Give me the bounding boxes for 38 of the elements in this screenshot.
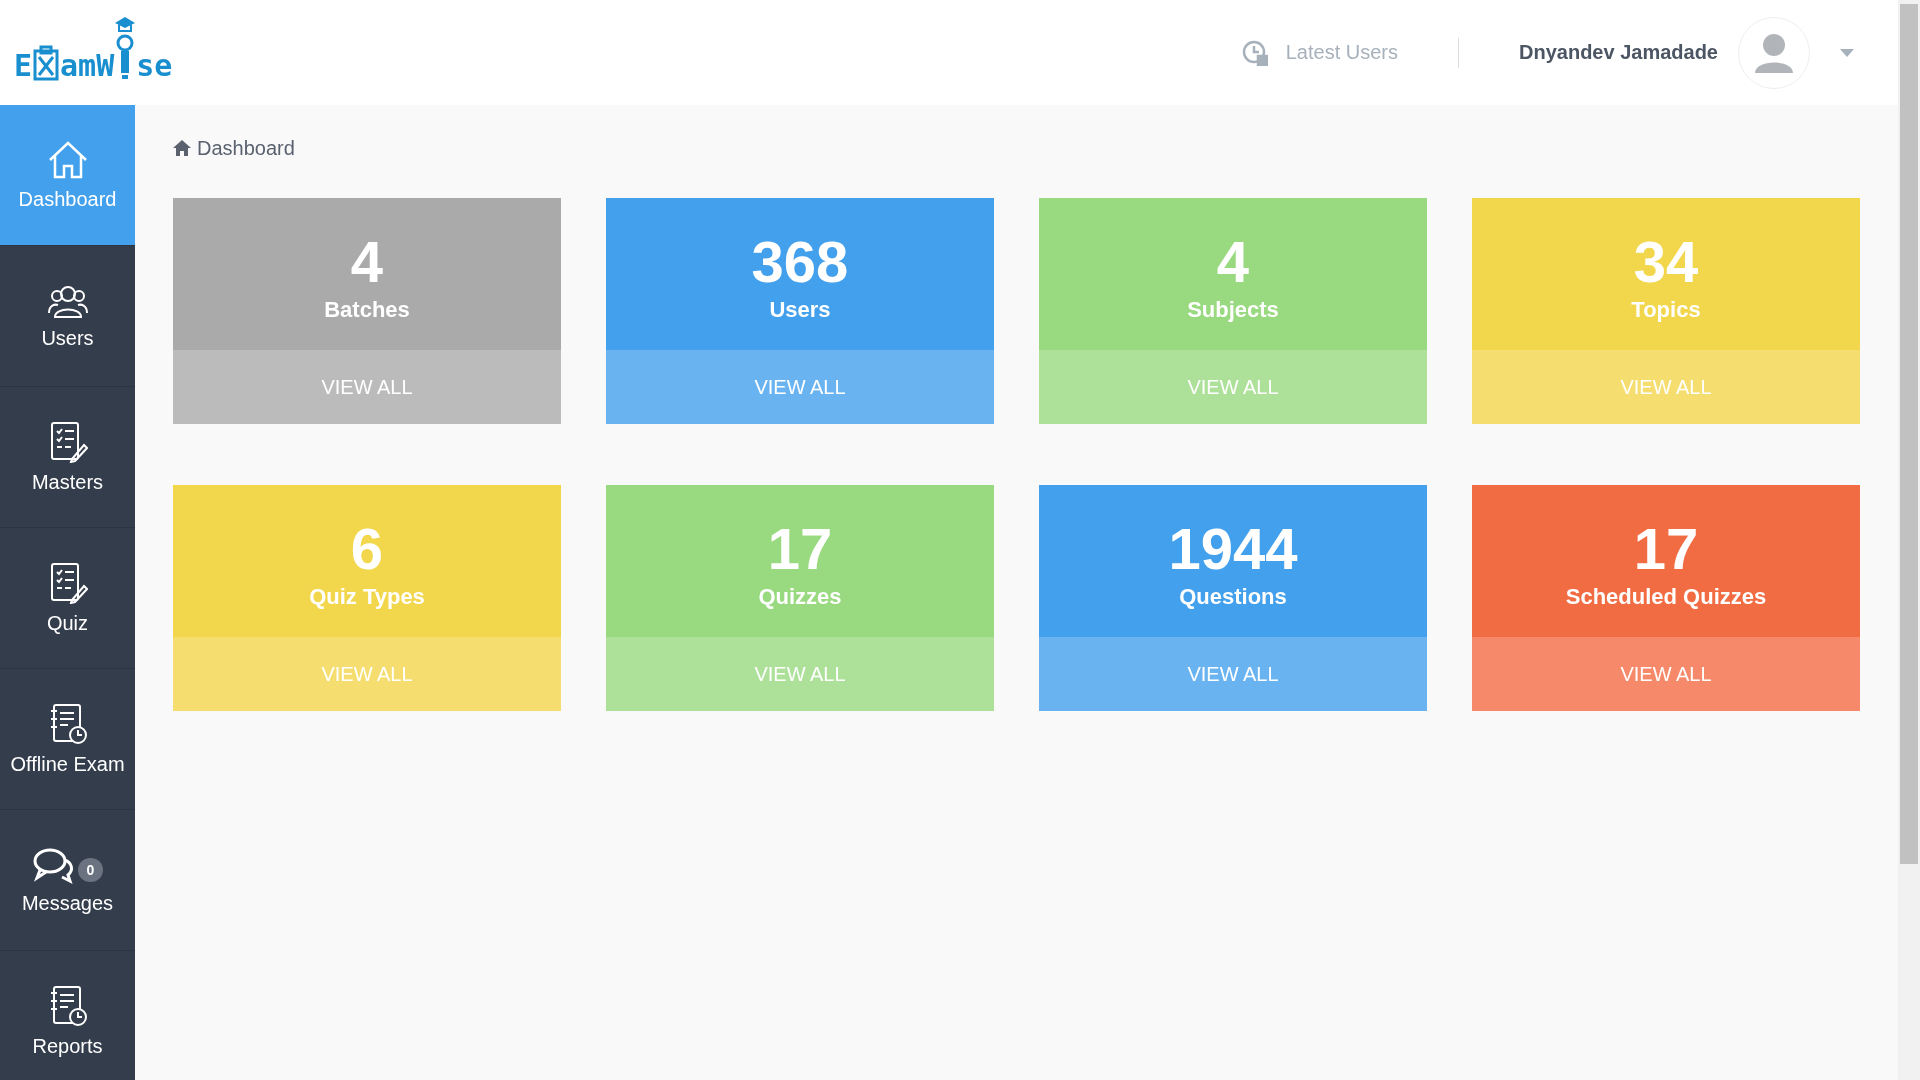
- view-all-button[interactable]: VIEW ALL: [1039, 637, 1427, 711]
- sidebar-item[interactable]: Offline Exam: [0, 669, 135, 810]
- sidebar-item[interactable]: Dashboard: [0, 105, 135, 246]
- stat-label: Quizzes: [758, 584, 842, 610]
- stat-label: Batches: [324, 297, 410, 323]
- view-all-button[interactable]: VIEW ALL: [173, 350, 561, 424]
- scrollbar[interactable]: [1898, 0, 1920, 1080]
- stat-count: 17: [1633, 520, 1699, 578]
- stat-label: Subjects: [1187, 297, 1279, 323]
- stat-label: Scheduled Quizzes: [1565, 584, 1767, 610]
- stat-count: 368: [751, 233, 849, 291]
- breadcrumb-text: Dashboard: [197, 136, 295, 160]
- stat-count: 17: [767, 520, 833, 578]
- sidebar-item[interactable]: Reports: [0, 951, 135, 1080]
- stat-count: 4: [350, 233, 384, 291]
- stat-label: Topics: [1631, 297, 1701, 323]
- clock-calendar-icon[interactable]: [1241, 39, 1268, 66]
- sidebar-item[interactable]: Masters: [0, 387, 135, 528]
- latest-users-link[interactable]: Latest Users: [1285, 41, 1398, 64]
- stat-count: 34: [1633, 233, 1699, 291]
- home-icon: [173, 140, 191, 156]
- caret-icon[interactable]: [1840, 48, 1854, 57]
- stat-label: Users: [769, 297, 831, 323]
- sidebar-item[interactable]: Quiz: [0, 528, 135, 669]
- view-all-button[interactable]: VIEW ALL: [606, 637, 994, 711]
- count-badge: 0: [77, 857, 104, 882]
- user-name[interactable]: Dnyandev Jamadade: [1519, 41, 1718, 64]
- view-all-button[interactable]: VIEW ALL: [606, 350, 994, 424]
- sidebar-item[interactable]: Users: [0, 246, 135, 387]
- stat-count: 6: [350, 520, 384, 578]
- examwise-logo[interactable]: E amW se: [14, 14, 173, 81]
- stat-label: Quiz Types: [309, 584, 425, 610]
- stat-label: Questions: [1179, 584, 1287, 610]
- stat-count: 1944: [1168, 520, 1298, 578]
- view-all-button[interactable]: VIEW ALL: [1039, 350, 1427, 424]
- sidebar-item[interactable]: 0 Messages: [0, 810, 135, 951]
- stat-count: 4: [1216, 233, 1250, 291]
- view-all-button[interactable]: VIEW ALL: [1472, 637, 1860, 711]
